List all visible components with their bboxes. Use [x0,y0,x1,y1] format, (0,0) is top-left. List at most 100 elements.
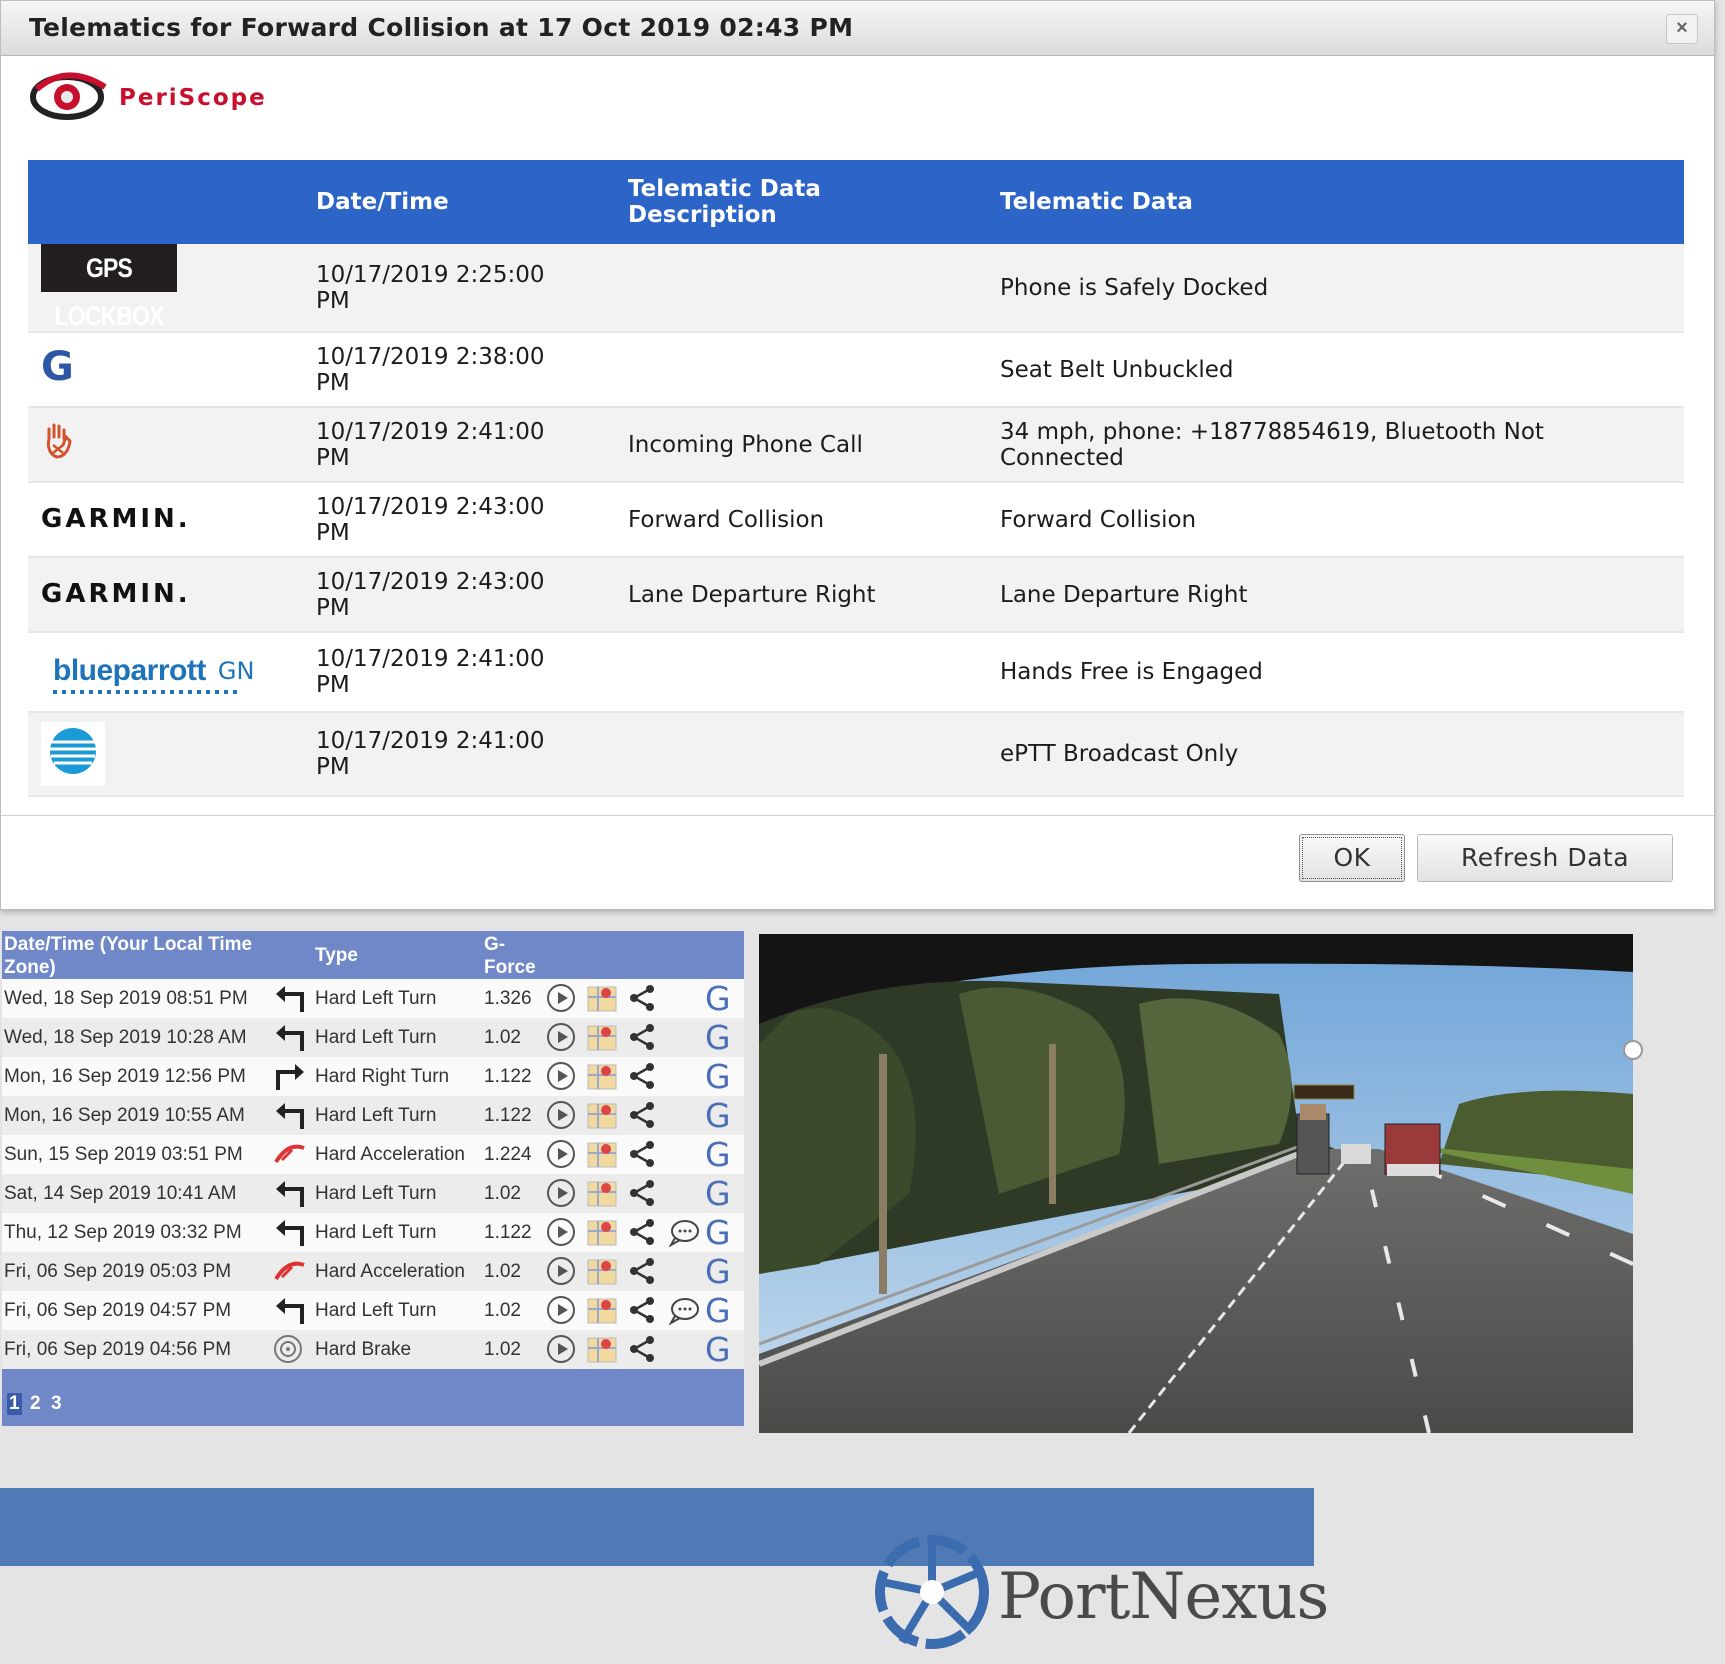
page-1-link[interactable]: 1 [7,1393,22,1415]
left-turn-icon [272,982,308,1014]
table-row: 10/17/2019 2:41:00 PM Incoming Phone Cal… [28,407,1684,483]
event-row[interactable]: Thu, 12 Sep 2019 03:32 PM Hard Left Turn 1… [2,1213,744,1252]
play-icon[interactable] [547,1335,575,1363]
gps-lockbox-logo: GPS LOCKBOX [41,244,177,331]
play-icon[interactable] [547,1023,575,1051]
garmin-logo: GARMIN. [41,579,191,609]
map-icon[interactable] [586,1139,618,1169]
share-icon[interactable] [628,984,656,1012]
telematics-link[interactable]: G [705,1291,731,1330]
brand-name: PeriScope [119,85,267,111]
comment-icon[interactable] [666,1217,700,1248]
dashcam-video[interactable] [759,934,1633,1433]
telematics-link[interactable]: G [705,1135,731,1174]
map-icon[interactable] [586,983,618,1013]
event-row[interactable]: Fri, 06 Sep 2019 04:57 PM Hard Left Turn 1… [2,1291,744,1330]
event-datetime: Wed, 18 Sep 2019 08:51 PM [4,988,248,1009]
share-icon[interactable] [628,1257,656,1285]
page-3-link[interactable]: 3 [51,1393,62,1415]
event-row[interactable]: Wed, 18 Sep 2019 10:28 AM Hard Left Turn 1… [2,1018,744,1057]
att-globe-icon [50,728,96,774]
play-icon[interactable] [547,1140,575,1168]
share-icon[interactable] [628,1296,656,1324]
event-row[interactable]: Fri, 06 Sep 2019 04:56 PM Hard Brake 1.02 G [2,1330,744,1369]
event-type: Hard Left Turn [315,988,437,1009]
event-datetime: Wed, 18 Sep 2019 10:28 AM [4,1027,247,1048]
dialog-titlebar[interactable]: Telematics for Forward Collision at 17 O… [1,1,1714,56]
map-icon[interactable] [586,1100,618,1130]
telematics-link[interactable]: G [705,1018,731,1057]
events-list: Date/Time (Your Local Time Zone) Type G-… [2,931,744,1426]
share-icon[interactable] [628,1218,656,1246]
play-icon[interactable] [547,1101,575,1129]
telematics-link[interactable]: G [705,1330,731,1369]
event-row[interactable]: Wed, 18 Sep 2019 08:51 PM Hard Left Turn 1… [2,979,744,1018]
header-data: Telematic Data [1000,160,1684,244]
event-row[interactable]: Sun, 15 Sep 2019 03:51 PM Hard Accelerati… [2,1135,744,1174]
header-datetime: Date/Time [316,160,628,244]
play-icon[interactable] [547,1257,575,1285]
share-icon[interactable] [628,1335,656,1363]
telematics-link[interactable]: G [705,1174,731,1213]
play-icon[interactable] [547,1179,575,1207]
event-gforce: 1.224 [484,1144,532,1165]
page-2-link[interactable]: 2 [30,1393,41,1415]
map-icon[interactable] [586,1295,618,1325]
play-icon[interactable] [547,1062,575,1090]
play-icon[interactable] [547,1218,575,1246]
events-header: Date/Time (Your Local Time Zone) Type G-… [2,931,744,979]
map-icon[interactable] [586,1178,618,1208]
play-icon[interactable] [547,984,575,1012]
telematics-link[interactable]: G [705,1213,731,1252]
event-row[interactable]: Mon, 16 Sep 2019 12:56 PM Hard Right Turn… [2,1057,744,1096]
video-seek-handle[interactable] [1623,1040,1643,1060]
share-icon[interactable] [628,1101,656,1129]
table-row: blueparrott GN 10/17/2019 2:41:00 PM Hand… [28,632,1684,713]
row-data: Lane Departure Right [1000,557,1684,633]
close-icon[interactable]: × [1666,14,1698,44]
event-datetime: Sun, 15 Sep 2019 03:51 PM [4,1144,243,1165]
row-datetime: 10/17/2019 2:25:00 PM [316,261,545,314]
row-description [628,332,1000,408]
event-row[interactable]: Mon, 16 Sep 2019 10:55 AM Hard Left Turn 1… [2,1096,744,1135]
periscope-logo: PeriScope [27,67,327,127]
comment-icon[interactable] [666,1295,700,1326]
ok-button[interactable]: OK [1299,834,1405,882]
event-row[interactable]: Fri, 06 Sep 2019 05:03 PM Hard Accelerati… [2,1252,744,1291]
telematics-link[interactable]: G [705,1252,731,1291]
row-datetime: 10/17/2019 2:41:00 PM [316,646,545,698]
row-datetime: 10/17/2019 2:43:00 PM [316,568,545,621]
telematics-link[interactable]: G [705,1096,731,1135]
row-datetime: 10/17/2019 2:38:00 PM [316,343,545,396]
map-icon[interactable] [586,1256,618,1286]
map-icon[interactable] [586,1022,618,1052]
share-icon[interactable] [628,1062,656,1090]
refresh-data-button[interactable]: Refresh Data [1417,834,1673,882]
share-icon[interactable] [628,1179,656,1207]
event-datetime: Mon, 16 Sep 2019 10:55 AM [4,1105,245,1126]
brake-icon [272,1333,308,1365]
event-row[interactable]: Sat, 14 Sep 2019 10:41 AM Hard Left Turn 1… [2,1174,744,1213]
right-turn-icon [272,1060,308,1092]
telematics-link[interactable]: G [705,1057,731,1096]
garmin-logo: GARMIN. [41,504,191,534]
left-turn-icon [272,1177,308,1209]
telematics-table: Date/Time Telematic Data Description Tel… [28,160,1684,797]
event-gforce: 1.122 [484,1066,532,1087]
share-icon[interactable] [628,1140,656,1168]
play-icon[interactable] [547,1296,575,1324]
acceleration-icon [272,1255,308,1287]
row-datetime: 10/17/2019 2:43:00 PM [316,493,545,546]
row-datetime: 10/17/2019 2:41:00 PM [316,418,545,471]
map-icon[interactable] [586,1334,618,1364]
acceleration-icon [272,1138,308,1170]
telematics-link[interactable]: G [705,979,731,1018]
event-type: Hard Acceleration [315,1144,465,1165]
row-data: Hands Free is Engaged [1000,632,1684,713]
map-icon[interactable] [586,1217,618,1247]
share-icon[interactable] [628,1023,656,1051]
portnexus-logo: PortNexus [998,1560,1329,1634]
row-data: Phone is Safely Docked [1000,244,1684,333]
map-icon[interactable] [586,1061,618,1091]
g-logo: G [41,343,74,390]
